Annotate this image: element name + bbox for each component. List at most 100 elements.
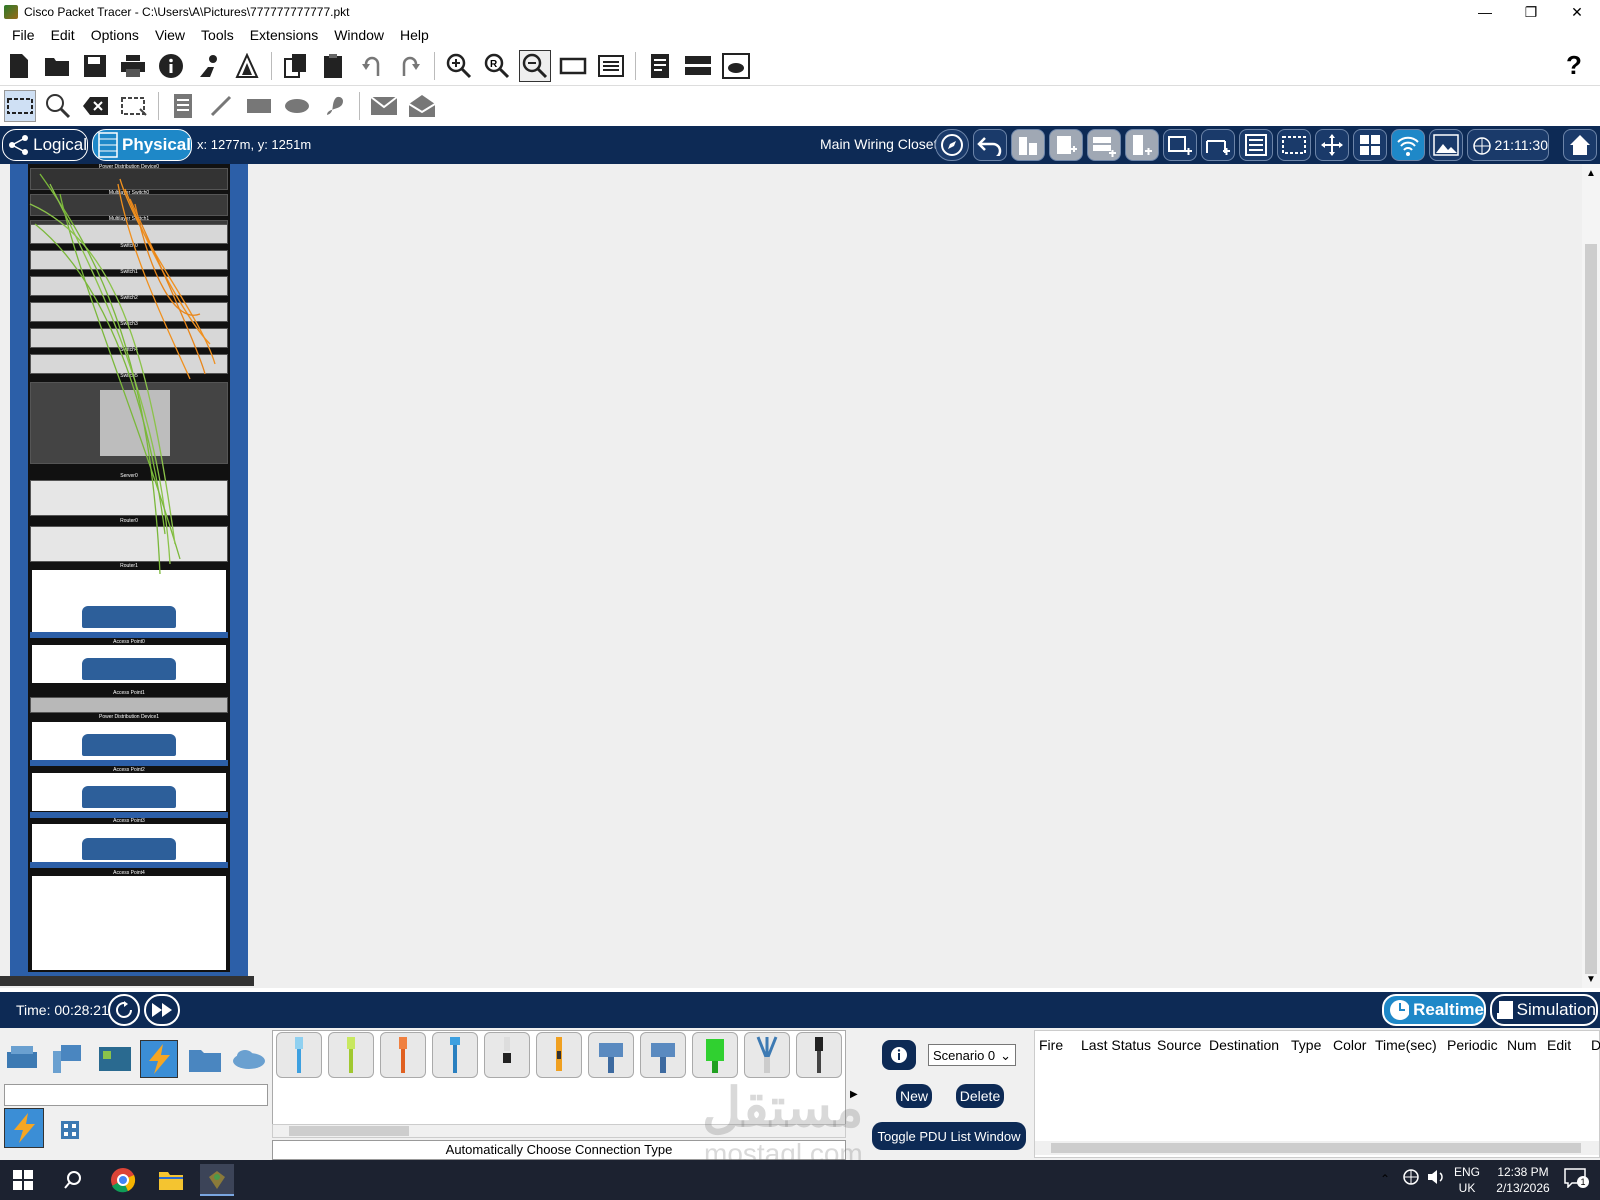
access-point2[interactable]: [82, 734, 176, 756]
menu-edit[interactable]: Edit: [43, 27, 83, 43]
menu-extensions[interactable]: Extensions: [242, 27, 326, 43]
input-language[interactable]: ENG UK: [1452, 1164, 1482, 1196]
delete-tool-icon[interactable]: [80, 90, 112, 122]
device-list-icon[interactable]: [1239, 129, 1273, 161]
physical-view-button[interactable]: Physical: [92, 129, 192, 161]
usb-cable-icon[interactable]: [796, 1032, 842, 1078]
power-cycle-icon[interactable]: [108, 994, 140, 1026]
access-point4[interactable]: [82, 838, 176, 860]
new-table-icon[interactable]: [1163, 129, 1197, 161]
toggle-pdu-list-button[interactable]: Toggle PDU List Window: [872, 1122, 1026, 1150]
select-area-icon[interactable]: [1277, 129, 1311, 161]
menu-tools[interactable]: Tools: [193, 27, 242, 43]
grid-view-icon[interactable]: [1353, 129, 1387, 161]
menu-file[interactable]: File: [4, 27, 43, 43]
new-file-icon[interactable]: [3, 50, 35, 82]
inspect-tool-icon[interactable]: [42, 90, 74, 122]
copy-icon[interactable]: [280, 50, 312, 82]
scrollbar-thumb[interactable]: [289, 1126, 409, 1136]
freeform-icon[interactable]: [319, 90, 351, 122]
cloud-view-icon[interactable]: [720, 50, 752, 82]
file-explorer-icon[interactable]: [154, 1164, 188, 1196]
chrome-icon[interactable]: [106, 1164, 140, 1196]
paste-icon[interactable]: [318, 50, 350, 82]
crossover-cable-icon[interactable]: [432, 1032, 478, 1078]
miscellaneous-icon[interactable]: [186, 1040, 224, 1078]
end-devices-icon[interactable]: [50, 1040, 88, 1078]
components-icon[interactable]: [96, 1040, 134, 1078]
new-building-icon[interactable]: [1049, 129, 1083, 161]
move-icon[interactable]: [1315, 129, 1349, 161]
straight-through-cable-icon[interactable]: [380, 1032, 426, 1078]
taskbar-clock[interactable]: 12:38 PM 2/13/2026: [1486, 1164, 1560, 1196]
network-devices-icon[interactable]: [4, 1040, 42, 1078]
coaxial-cable-icon[interactable]: [588, 1032, 634, 1078]
logical-view-button[interactable]: Logical: [2, 129, 88, 161]
undo-icon[interactable]: [356, 50, 388, 82]
drawing-palette-icon[interactable]: [557, 50, 589, 82]
device-search-input[interactable]: [4, 1084, 268, 1106]
activity-wizard-icon[interactable]: [231, 50, 263, 82]
workspace-horizontal-scrollbar[interactable]: [0, 976, 254, 986]
custom-devices-icon[interactable]: [595, 50, 627, 82]
new-closet-icon[interactable]: [1087, 129, 1121, 161]
draw-rectangle-icon[interactable]: [243, 90, 275, 122]
minimize-button[interactable]: —: [1462, 0, 1508, 24]
scrollbar-thumb[interactable]: [1585, 244, 1597, 974]
draw-line-icon[interactable]: [205, 90, 237, 122]
device-template-icon[interactable]: [682, 50, 714, 82]
background-image-icon[interactable]: [1429, 129, 1463, 161]
draw-ellipse-icon[interactable]: [281, 90, 313, 122]
fast-forward-icon[interactable]: [144, 994, 180, 1026]
scroll-down-icon[interactable]: ▼: [1586, 974, 1596, 985]
scrollbar-thumb[interactable]: [1051, 1143, 1581, 1153]
search-icon[interactable]: [56, 1164, 90, 1196]
phone-cable-icon[interactable]: [536, 1032, 582, 1078]
back-arrow-icon[interactable]: [973, 129, 1007, 161]
close-button[interactable]: ✕: [1554, 0, 1600, 24]
fiber-cable-icon[interactable]: [484, 1032, 530, 1078]
place-note-icon[interactable]: [167, 90, 199, 122]
volume-icon[interactable]: [1426, 1168, 1446, 1189]
notes-icon[interactable]: [644, 50, 676, 82]
packet-tracer-taskbar-icon[interactable]: [200, 1164, 234, 1196]
workspace-vertical-scrollbar[interactable]: ▲ ▼: [1582, 164, 1600, 988]
console-cable-icon[interactable]: [328, 1032, 374, 1078]
scenario-select[interactable]: Scenario 0 ⌄: [928, 1044, 1016, 1066]
auto-cable-icon[interactable]: [276, 1032, 322, 1078]
network-globe-icon[interactable]: [1402, 1168, 1420, 1189]
menu-window[interactable]: Window: [326, 27, 392, 43]
new-rack-icon[interactable]: [1125, 129, 1159, 161]
scenario-info-icon[interactable]: [882, 1040, 916, 1070]
pdu-table-scrollbar[interactable]: [1035, 1141, 1599, 1155]
delete-scenario-button[interactable]: Delete: [956, 1084, 1004, 1108]
connections-subcategory-icon[interactable]: [4, 1108, 44, 1148]
menu-help[interactable]: Help: [392, 27, 437, 43]
new-shelf-icon[interactable]: [1201, 129, 1235, 161]
new-scenario-button[interactable]: New: [896, 1084, 932, 1108]
power-distribution-device1[interactable]: [30, 697, 228, 713]
windows-start-icon[interactable]: [6, 1164, 40, 1196]
redo-icon[interactable]: [394, 50, 426, 82]
multiuser-connection-icon[interactable]: [230, 1040, 268, 1078]
wireless-icon[interactable]: [1391, 129, 1425, 161]
serial-dte-cable-icon[interactable]: [692, 1032, 738, 1078]
select-tool-icon[interactable]: [4, 90, 36, 122]
access-point1[interactable]: [82, 658, 176, 680]
clock-button[interactable]: 21:11:30: [1467, 129, 1549, 161]
zoom-in-icon[interactable]: [443, 50, 475, 82]
save-icon[interactable]: [79, 50, 111, 82]
complex-pdu-icon[interactable]: [406, 90, 438, 122]
navigation-compass-icon[interactable]: [935, 129, 969, 161]
print-icon[interactable]: [117, 50, 149, 82]
menu-options[interactable]: Options: [83, 27, 147, 43]
simple-pdu-icon[interactable]: [368, 90, 400, 122]
home-icon[interactable]: [1563, 129, 1597, 161]
realtime-mode-button[interactable]: Realtime: [1382, 994, 1486, 1026]
info-icon[interactable]: [155, 50, 187, 82]
simulation-mode-button[interactable]: Simulation: [1490, 994, 1598, 1026]
open-folder-icon[interactable]: [41, 50, 73, 82]
help-icon[interactable]: ?: [1558, 50, 1590, 82]
show-hidden-icons[interactable]: ⌃: [1380, 1172, 1390, 1186]
scroll-up-icon[interactable]: ▲: [1586, 168, 1596, 179]
